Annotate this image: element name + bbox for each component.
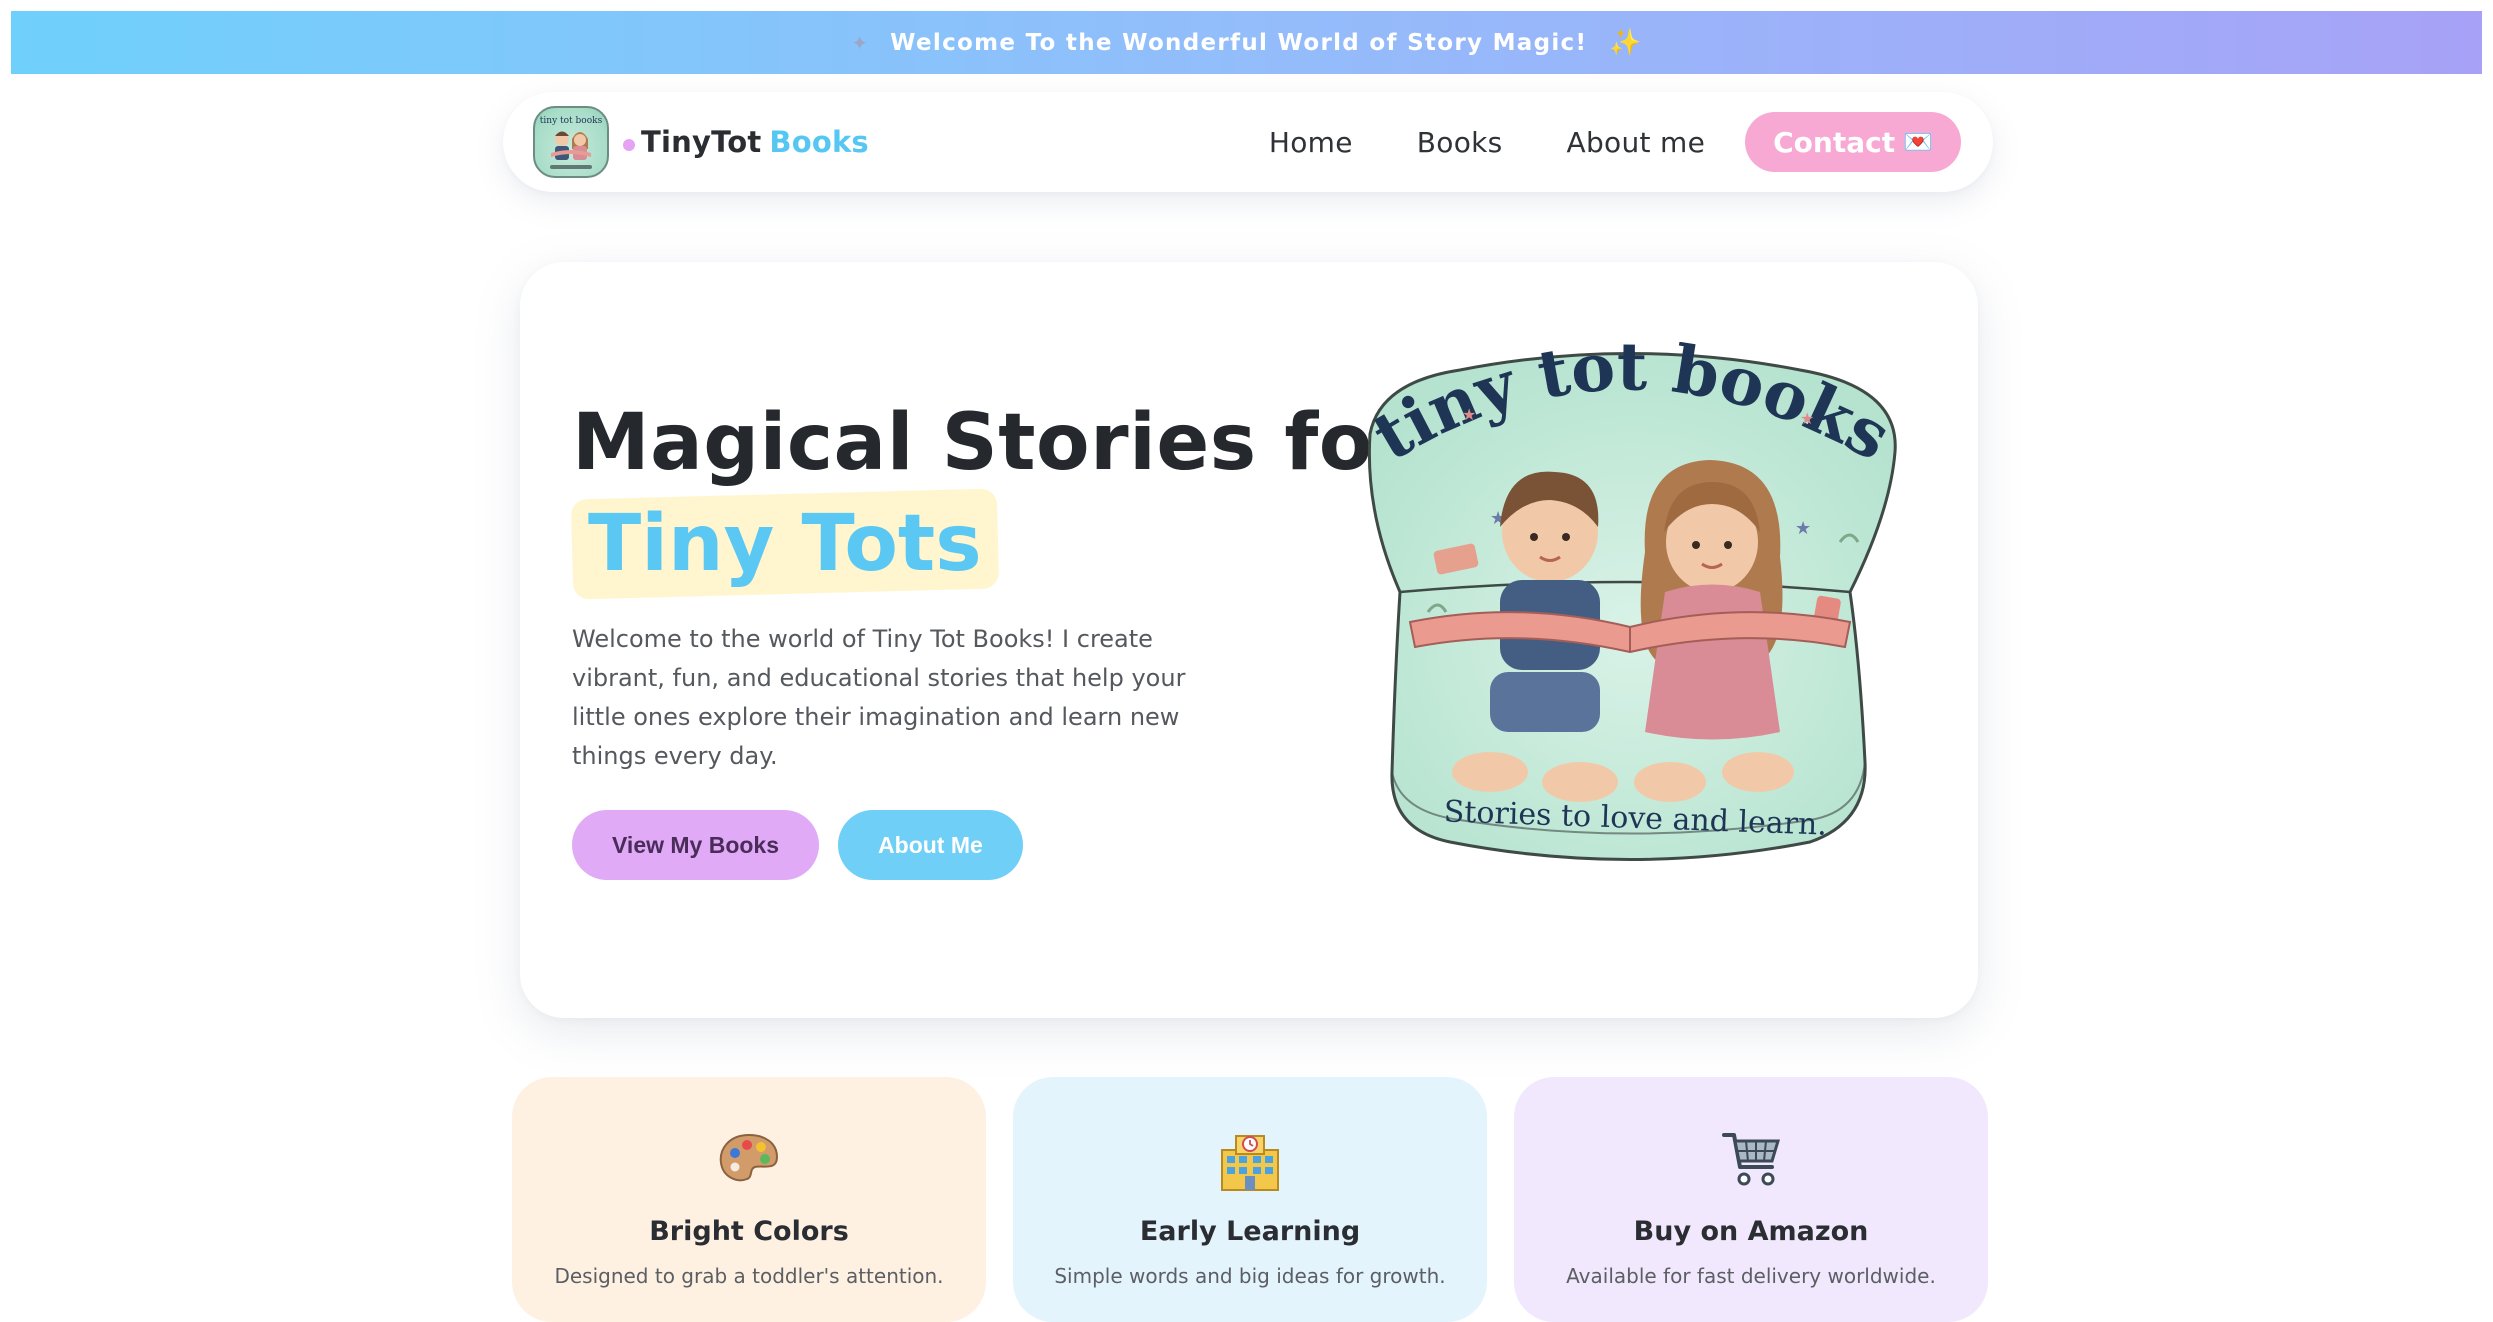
svg-text:★: ★: [1795, 518, 1811, 539]
nav-about-link[interactable]: About me: [1567, 126, 1706, 159]
brand-name-second: Books: [769, 125, 869, 159]
hero-section: Magical Stories for Tiny Tots Welcome to…: [520, 262, 1978, 1018]
brand[interactable]: tiny tot books TinyTot Books: [533, 106, 869, 178]
hero-description: Welcome to the world of Tiny Tot Books! …: [572, 625, 1186, 770]
nav-home-link[interactable]: Home: [1269, 126, 1353, 159]
feature-card-bright-colors: Bright Colors Designed to grab a toddler…: [512, 1077, 986, 1322]
feature-title: Early Learning: [1139, 1216, 1361, 1247]
nav-links: Home Books About me Contact 💌: [1269, 112, 1961, 172]
brand-name-first: TinyTot: [641, 125, 762, 159]
star-icon: ✨: [1609, 27, 1642, 58]
about-me-button[interactable]: About Me: [838, 810, 1023, 880]
navbar: tiny tot books TinyTot Books Home Books A…: [503, 92, 1993, 192]
brand-name[interactable]: TinyTot Books: [641, 125, 869, 159]
brand-logo[interactable]: tiny tot books: [533, 106, 609, 178]
feature-desc: Simple words and big ideas for growth.: [1054, 1264, 1446, 1288]
features-section: Bright Colors Designed to grab a toddler…: [512, 1077, 1988, 1322]
palette-icon: [714, 1124, 784, 1194]
svg-text:★: ★: [1800, 409, 1814, 428]
feature-card-buy-amazon: Buy on Amazon Available for fast deliver…: [1514, 1077, 1988, 1322]
feature-title: Buy on Amazon: [1633, 1216, 1869, 1247]
logo-image: tiny tot books: [540, 116, 603, 169]
view-books-button[interactable]: View My Books: [572, 810, 820, 880]
hero-title: Magical Stories for: [572, 398, 1412, 488]
logo-small-text: tiny tot books: [540, 116, 603, 126]
hero-highlight-box: Tiny Tots: [570, 488, 999, 600]
sparkle-icon: ✦: [851, 30, 869, 55]
feature-desc: Designed to grab a toddler's attention.: [554, 1264, 944, 1288]
hero-buttons: View My Books About Me: [572, 810, 1023, 880]
hero-title-highlight: Tiny Tots: [588, 499, 982, 589]
contact-button-label: Contact: [1773, 125, 1896, 159]
feature-title: Bright Colors: [649, 1216, 849, 1247]
nav-books-link[interactable]: Books: [1417, 126, 1503, 159]
love-letter-icon: 💌: [1903, 128, 1933, 156]
school-icon: [1215, 1124, 1285, 1194]
brand-dot: [623, 139, 635, 151]
shopping-cart-icon: [1716, 1124, 1786, 1194]
hero-logo-illustration: tiny tot books ★ ★ ★ ★ Stories to love a…: [1360, 342, 1903, 861]
feature-card-early-learning: Early Learning Simple words and big idea…: [1013, 1077, 1487, 1322]
announcement-bar: ✦ Welcome To the Wonderful World of Stor…: [11, 11, 2482, 74]
announcement-text: Welcome To the Wonderful World of Story …: [890, 29, 1588, 56]
feature-desc: Available for fast delivery worldwide.: [1566, 1264, 1936, 1288]
contact-button[interactable]: Contact 💌: [1745, 112, 1961, 172]
svg-text:★: ★: [1462, 405, 1476, 424]
